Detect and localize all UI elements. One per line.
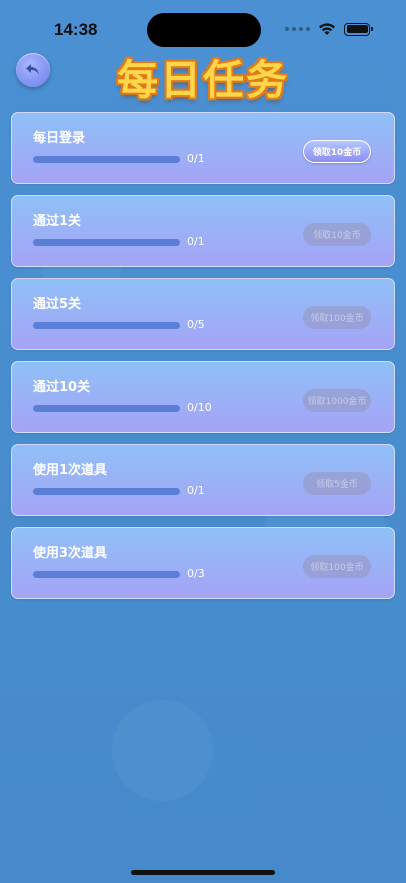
task-progress-text: 0/1: [187, 484, 205, 497]
task-name: 通过10关: [33, 380, 91, 395]
task-name: 通过5关: [33, 297, 82, 312]
claim-reward-button: 领取1000金币: [303, 389, 371, 412]
battery-icon: [344, 22, 373, 36]
task-progress-text: 0/3: [187, 567, 205, 580]
task-name: 每日登录: [33, 131, 86, 146]
task-card: 通过1关 0/1 领取10金币: [11, 195, 395, 267]
task-name: 使用3次道具: [33, 546, 108, 561]
dynamic-island: [147, 13, 261, 47]
task-list: 每日登录 0/1 领取10金币 通过1关 0/1 领取10金币 通过5关 0/5…: [11, 112, 395, 610]
task-card: 使用3次道具 0/3 领取100金币: [11, 527, 395, 599]
claim-reward-button: 领取10金币: [303, 223, 371, 246]
task-progress-text: 0/10: [187, 401, 212, 414]
task-card: 通过10关 0/10 领取1000金币: [11, 361, 395, 433]
task-name: 使用1次道具: [33, 463, 108, 478]
home-indicator: [131, 870, 275, 875]
claim-reward-button[interactable]: 领取10金币: [303, 140, 371, 163]
wifi-icon: [319, 23, 335, 35]
task-progress-bar: [33, 488, 180, 495]
task-progress-bar: [33, 322, 180, 329]
task-progress-bar: [33, 405, 180, 412]
task-card: 使用1次道具 0/1 领取5金币: [11, 444, 395, 516]
task-progress-bar: [33, 571, 180, 578]
page-title: 每日任务: [117, 56, 289, 104]
task-progress-text: 0/1: [187, 152, 205, 165]
task-progress-text: 0/5: [187, 318, 205, 331]
task-progress-bar: [33, 156, 180, 163]
task-card: 通过5关 0/5 领取100金币: [11, 278, 395, 350]
cellular-signal-icon: [285, 27, 310, 31]
status-time: 14:38: [54, 20, 98, 39]
claim-reward-button: 领取100金币: [303, 555, 371, 578]
claim-reward-button: 领取100金币: [303, 306, 371, 329]
task-name: 通过1关: [33, 214, 82, 229]
task-card: 每日登录 0/1 领取10金币: [11, 112, 395, 184]
status-icons: [285, 22, 373, 36]
task-progress-bar: [33, 239, 180, 246]
claim-reward-button: 领取5金币: [303, 472, 371, 495]
task-progress-text: 0/1: [187, 235, 205, 248]
